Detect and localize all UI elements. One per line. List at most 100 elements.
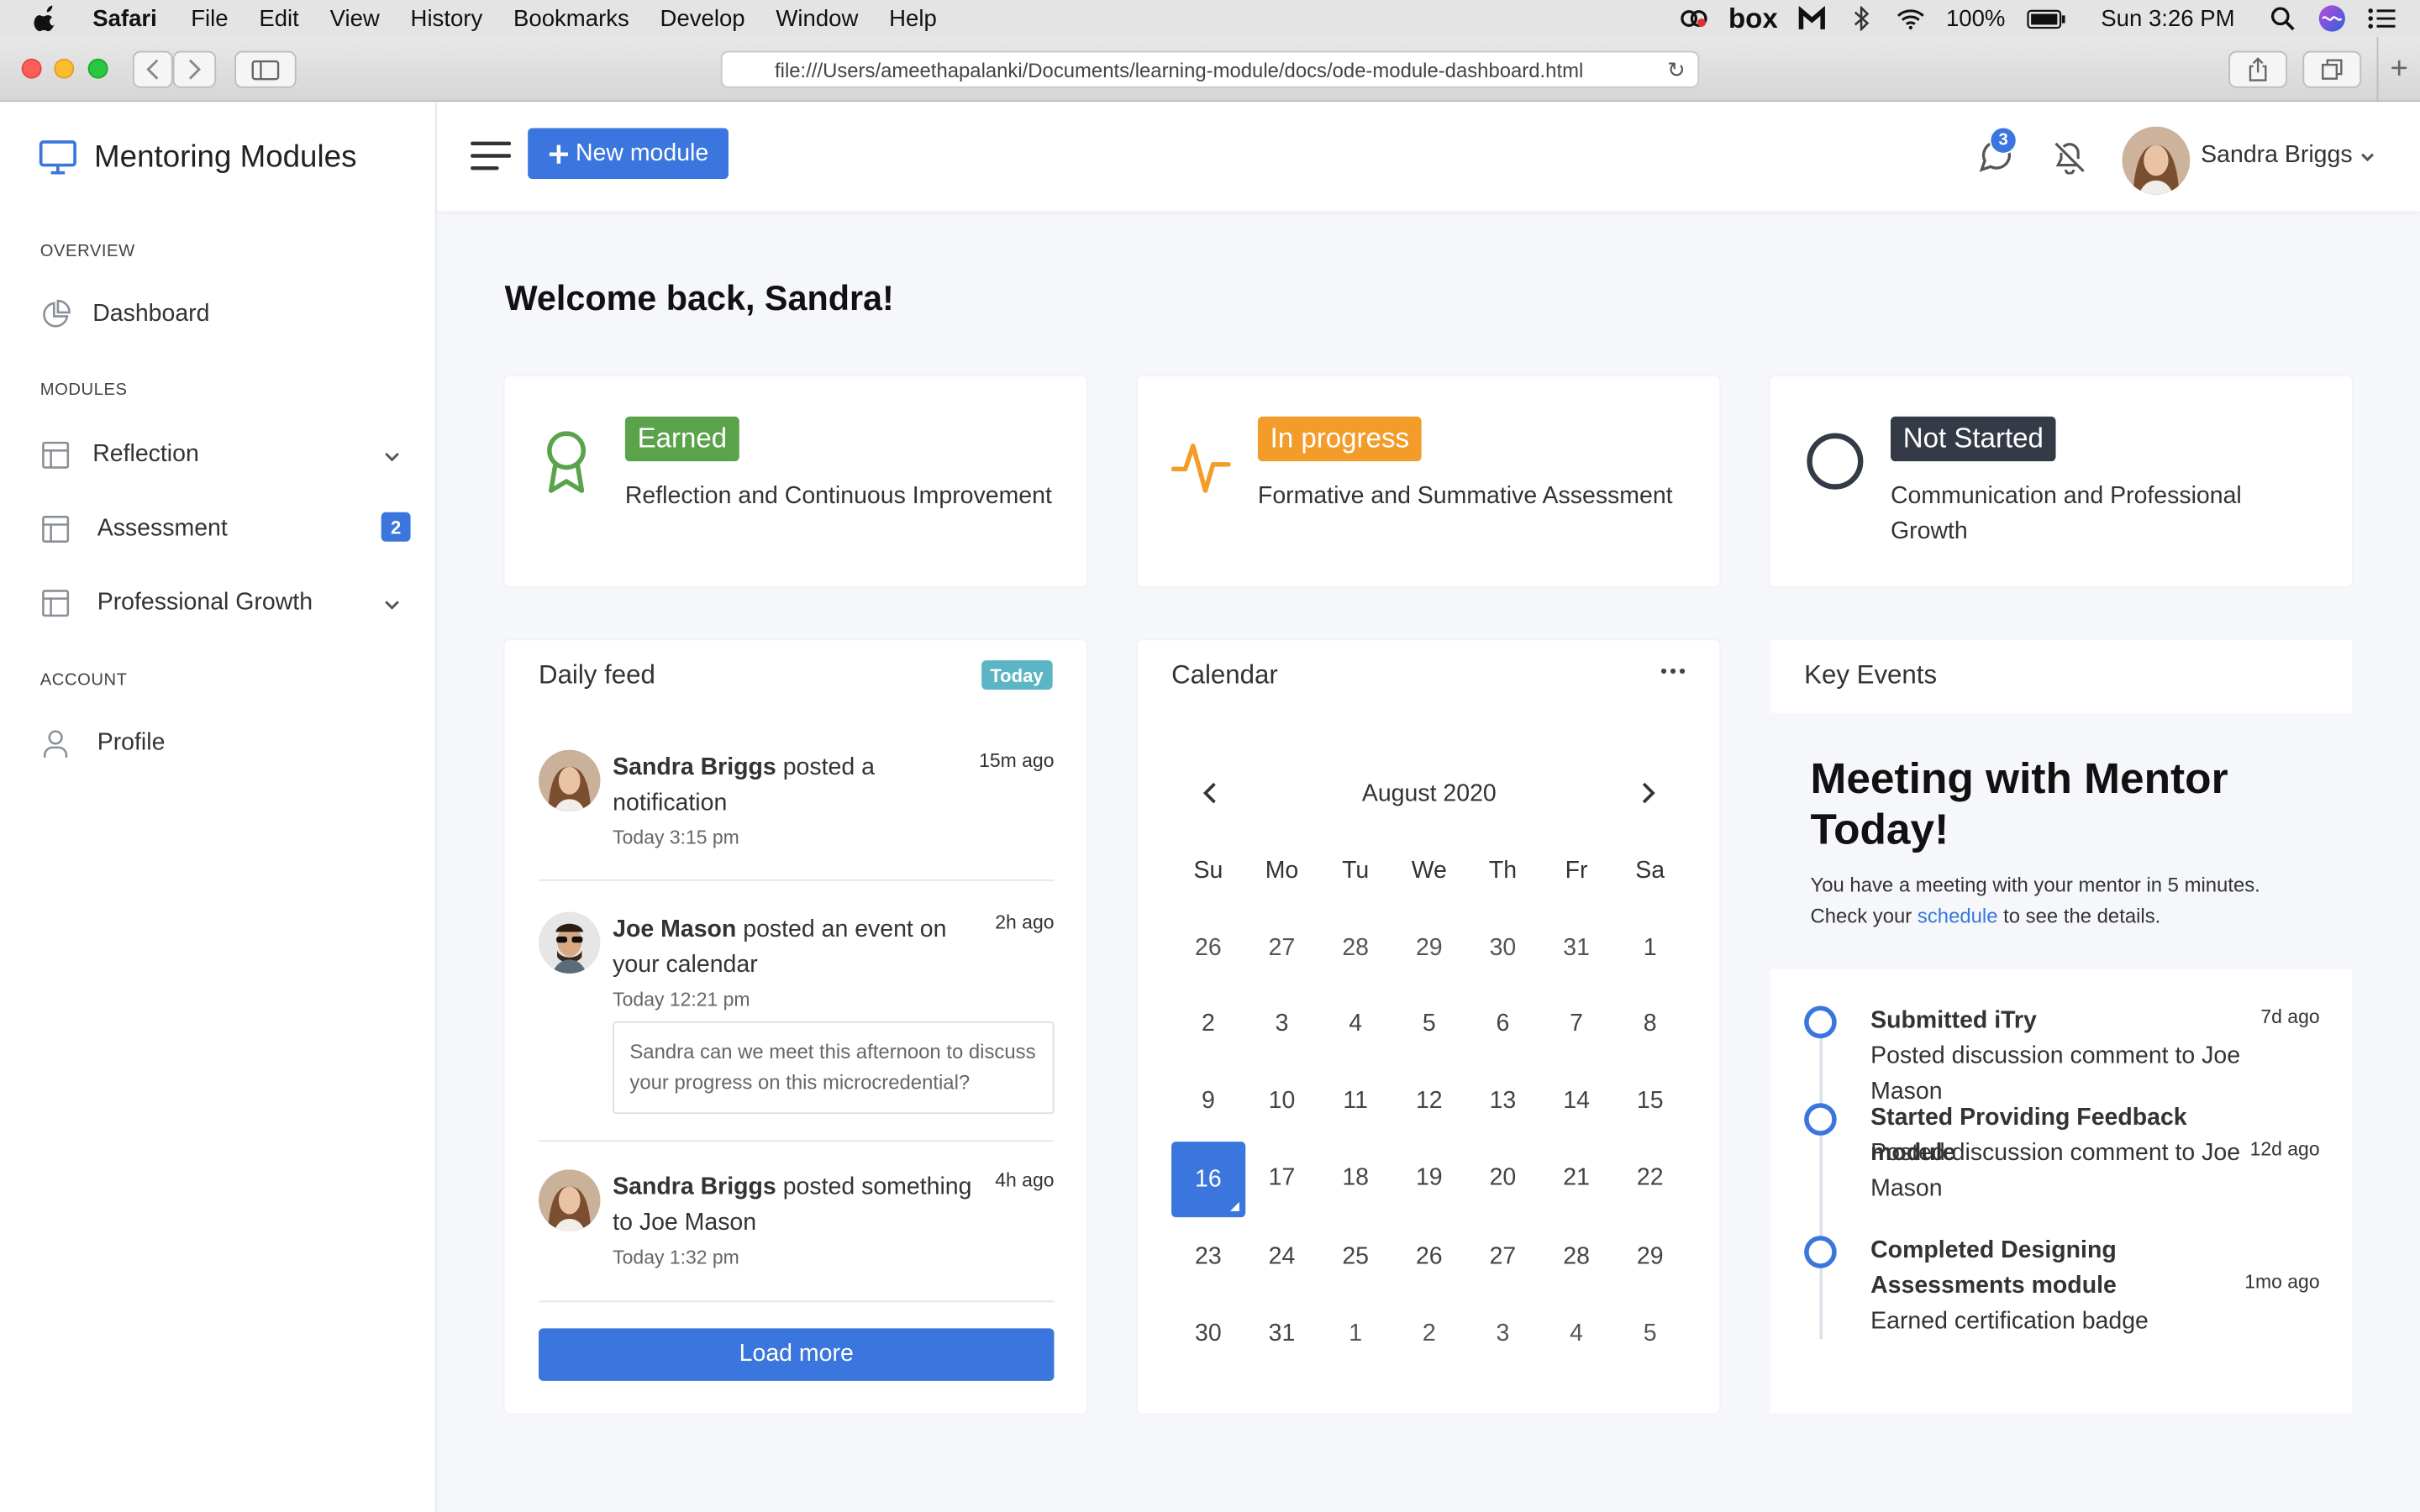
calendar-day[interactable]: 1 xyxy=(1613,911,1687,987)
calendar-day[interactable]: 22 xyxy=(1613,1140,1687,1216)
menu-file[interactable]: File xyxy=(191,5,228,31)
avatar[interactable] xyxy=(539,1169,601,1231)
avatar[interactable] xyxy=(539,911,601,974)
schedule-link[interactable]: schedule xyxy=(1918,904,1998,927)
chevron-right-icon[interactable] xyxy=(1638,782,1660,804)
calendar-day[interactable]: 4 xyxy=(1539,1296,1613,1373)
timeline-item[interactable]: Submitted iTry Posted discussion comment… xyxy=(1804,1003,2320,1105)
address-bar[interactable]: file:///Users/ameethapalanki/Documents/l… xyxy=(720,50,1700,88)
menu-bookmarks[interactable]: Bookmarks xyxy=(513,5,629,31)
feed-author[interactable]: Sandra Briggs xyxy=(613,1174,776,1200)
calendar-day[interactable]: 30 xyxy=(1171,1296,1245,1373)
new-tab-button[interactable]: + xyxy=(2376,37,2420,102)
menu-view[interactable]: View xyxy=(330,5,380,31)
calendar-day[interactable]: 1 xyxy=(1318,1296,1392,1373)
calendar-day[interactable]: 4 xyxy=(1318,987,1392,1063)
calendar-day[interactable]: 25 xyxy=(1318,1220,1392,1296)
sidebar-item-professional-growth[interactable]: Professional Growth xyxy=(40,588,411,619)
menu-help[interactable]: Help xyxy=(889,5,937,31)
sidebar-item-profile[interactable]: Profile xyxy=(40,728,411,759)
calendar-day-selected[interactable]: 16 xyxy=(1171,1141,1245,1218)
calendar-day[interactable]: 5 xyxy=(1613,1296,1687,1373)
list-item[interactable]: Sandra Briggs posted a notification 15m … xyxy=(539,749,1054,858)
calendar-day[interactable]: 12 xyxy=(1392,1063,1466,1140)
calendar-day[interactable]: 27 xyxy=(1466,1220,1540,1296)
calendar-day[interactable]: 2 xyxy=(1171,987,1245,1063)
tab-overview-button[interactable] xyxy=(2302,50,2362,88)
chevron-down-icon[interactable] xyxy=(383,596,402,614)
menu-window[interactable]: Window xyxy=(776,5,858,31)
calendar-day[interactable]: 26 xyxy=(1171,911,1245,987)
calendar-day[interactable]: 26 xyxy=(1392,1220,1466,1296)
calendar-day[interactable]: 14 xyxy=(1539,1063,1613,1140)
bluetooth-icon[interactable] xyxy=(1847,6,1875,31)
malwarebytes-icon[interactable] xyxy=(1798,6,1826,30)
sidebar-item-assessment[interactable]: Assessment 2 xyxy=(40,512,411,545)
share-button[interactable] xyxy=(2228,50,2288,88)
brand[interactable]: Mentoring Modules xyxy=(39,139,357,176)
more-options-icon[interactable] xyxy=(1660,665,1686,678)
calendar-day[interactable]: 8 xyxy=(1613,987,1687,1063)
calendar-day[interactable]: 24 xyxy=(1245,1220,1319,1296)
calendar-day[interactable]: 29 xyxy=(1392,911,1466,987)
menu-develop[interactable]: Develop xyxy=(660,5,745,31)
calendar-day[interactable]: 19 xyxy=(1392,1140,1466,1216)
calendar-day[interactable]: 30 xyxy=(1466,911,1540,987)
calendar-day[interactable]: 21 xyxy=(1539,1140,1613,1216)
calendar-day[interactable]: 11 xyxy=(1318,1063,1392,1140)
calendar-day[interactable]: 10 xyxy=(1245,1063,1319,1140)
calendar-day[interactable]: 9 xyxy=(1171,1063,1245,1140)
calendar-day[interactable]: 29 xyxy=(1613,1220,1687,1296)
notification-center-icon[interactable] xyxy=(2368,6,2396,30)
calendar-day[interactable]: 3 xyxy=(1466,1296,1540,1373)
timeline-item[interactable]: Started Providing Feedback module Posted… xyxy=(1804,1100,2320,1221)
chevron-down-icon[interactable] xyxy=(383,448,402,466)
calendar-day[interactable]: 2 xyxy=(1392,1296,1466,1373)
spotlight-search-icon[interactable] xyxy=(2269,6,2296,31)
calendar-day[interactable]: 18 xyxy=(1318,1140,1392,1216)
list-item[interactable]: Joe Mason posted an event on your calend… xyxy=(539,911,1055,1115)
calendar-day[interactable]: 6 xyxy=(1466,987,1540,1063)
reload-icon[interactable]: ↻ xyxy=(1667,57,1686,83)
avatar[interactable] xyxy=(2122,126,2191,195)
back-button[interactable] xyxy=(132,50,173,88)
avatar[interactable] xyxy=(539,749,601,812)
feed-author[interactable]: Sandra Briggs xyxy=(613,754,776,780)
calendar-day[interactable]: 31 xyxy=(1245,1296,1319,1373)
fullscreen-window-button[interactable] xyxy=(87,58,108,79)
load-more-button[interactable]: Load more xyxy=(539,1328,1055,1381)
sidebar-toggle-button[interactable] xyxy=(234,50,297,88)
menu-edit[interactable]: Edit xyxy=(259,5,298,31)
calendar-day[interactable]: 23 xyxy=(1171,1220,1245,1296)
calendar-day[interactable]: 27 xyxy=(1245,911,1319,987)
calendar-day[interactable]: 31 xyxy=(1539,911,1613,987)
siri-icon[interactable] xyxy=(2318,5,2346,32)
bell-off-icon[interactable] xyxy=(2053,140,2086,175)
forward-button[interactable] xyxy=(172,50,217,88)
menu-safari[interactable]: Safari xyxy=(92,5,157,31)
calendar-day[interactable]: 5 xyxy=(1392,987,1466,1063)
close-window-button[interactable] xyxy=(21,58,42,79)
calendar-day[interactable]: 13 xyxy=(1466,1063,1540,1140)
calendar-day[interactable]: 17 xyxy=(1245,1140,1319,1216)
calendar-day[interactable]: 20 xyxy=(1466,1140,1540,1216)
minimize-window-button[interactable] xyxy=(54,58,75,79)
module-status-card-earned[interactable]: Earned Reflection and Continuous Improve… xyxy=(504,376,1087,586)
timeline-item[interactable]: Completed Designing Assessments module E… xyxy=(1804,1233,2320,1353)
feed-author[interactable]: Joe Mason xyxy=(613,916,736,942)
wifi-icon[interactable] xyxy=(1897,6,1924,30)
apple-logo-icon[interactable] xyxy=(34,5,58,33)
list-item[interactable]: Sandra Briggs posted something to Joe Ma… xyxy=(539,1169,1054,1278)
new-module-button[interactable]: New module xyxy=(528,128,729,180)
calendar-day[interactable]: 28 xyxy=(1539,1220,1613,1296)
chevron-down-icon[interactable] xyxy=(2360,150,2375,165)
box-icon[interactable]: box xyxy=(1728,3,1778,34)
battery-icon[interactable] xyxy=(2027,6,2067,30)
hamburger-menu-icon[interactable] xyxy=(471,140,511,171)
sidebar-item-dashboard[interactable]: Dashboard xyxy=(40,299,411,330)
calendar-day[interactable]: 15 xyxy=(1613,1063,1687,1140)
sidebar-item-reflection[interactable]: Reflection xyxy=(40,439,411,470)
calendar-day[interactable]: 28 xyxy=(1318,911,1392,987)
menu-history[interactable]: History xyxy=(411,5,483,31)
menubar-clock[interactable]: Sun 3:26 PM xyxy=(2101,5,2234,31)
